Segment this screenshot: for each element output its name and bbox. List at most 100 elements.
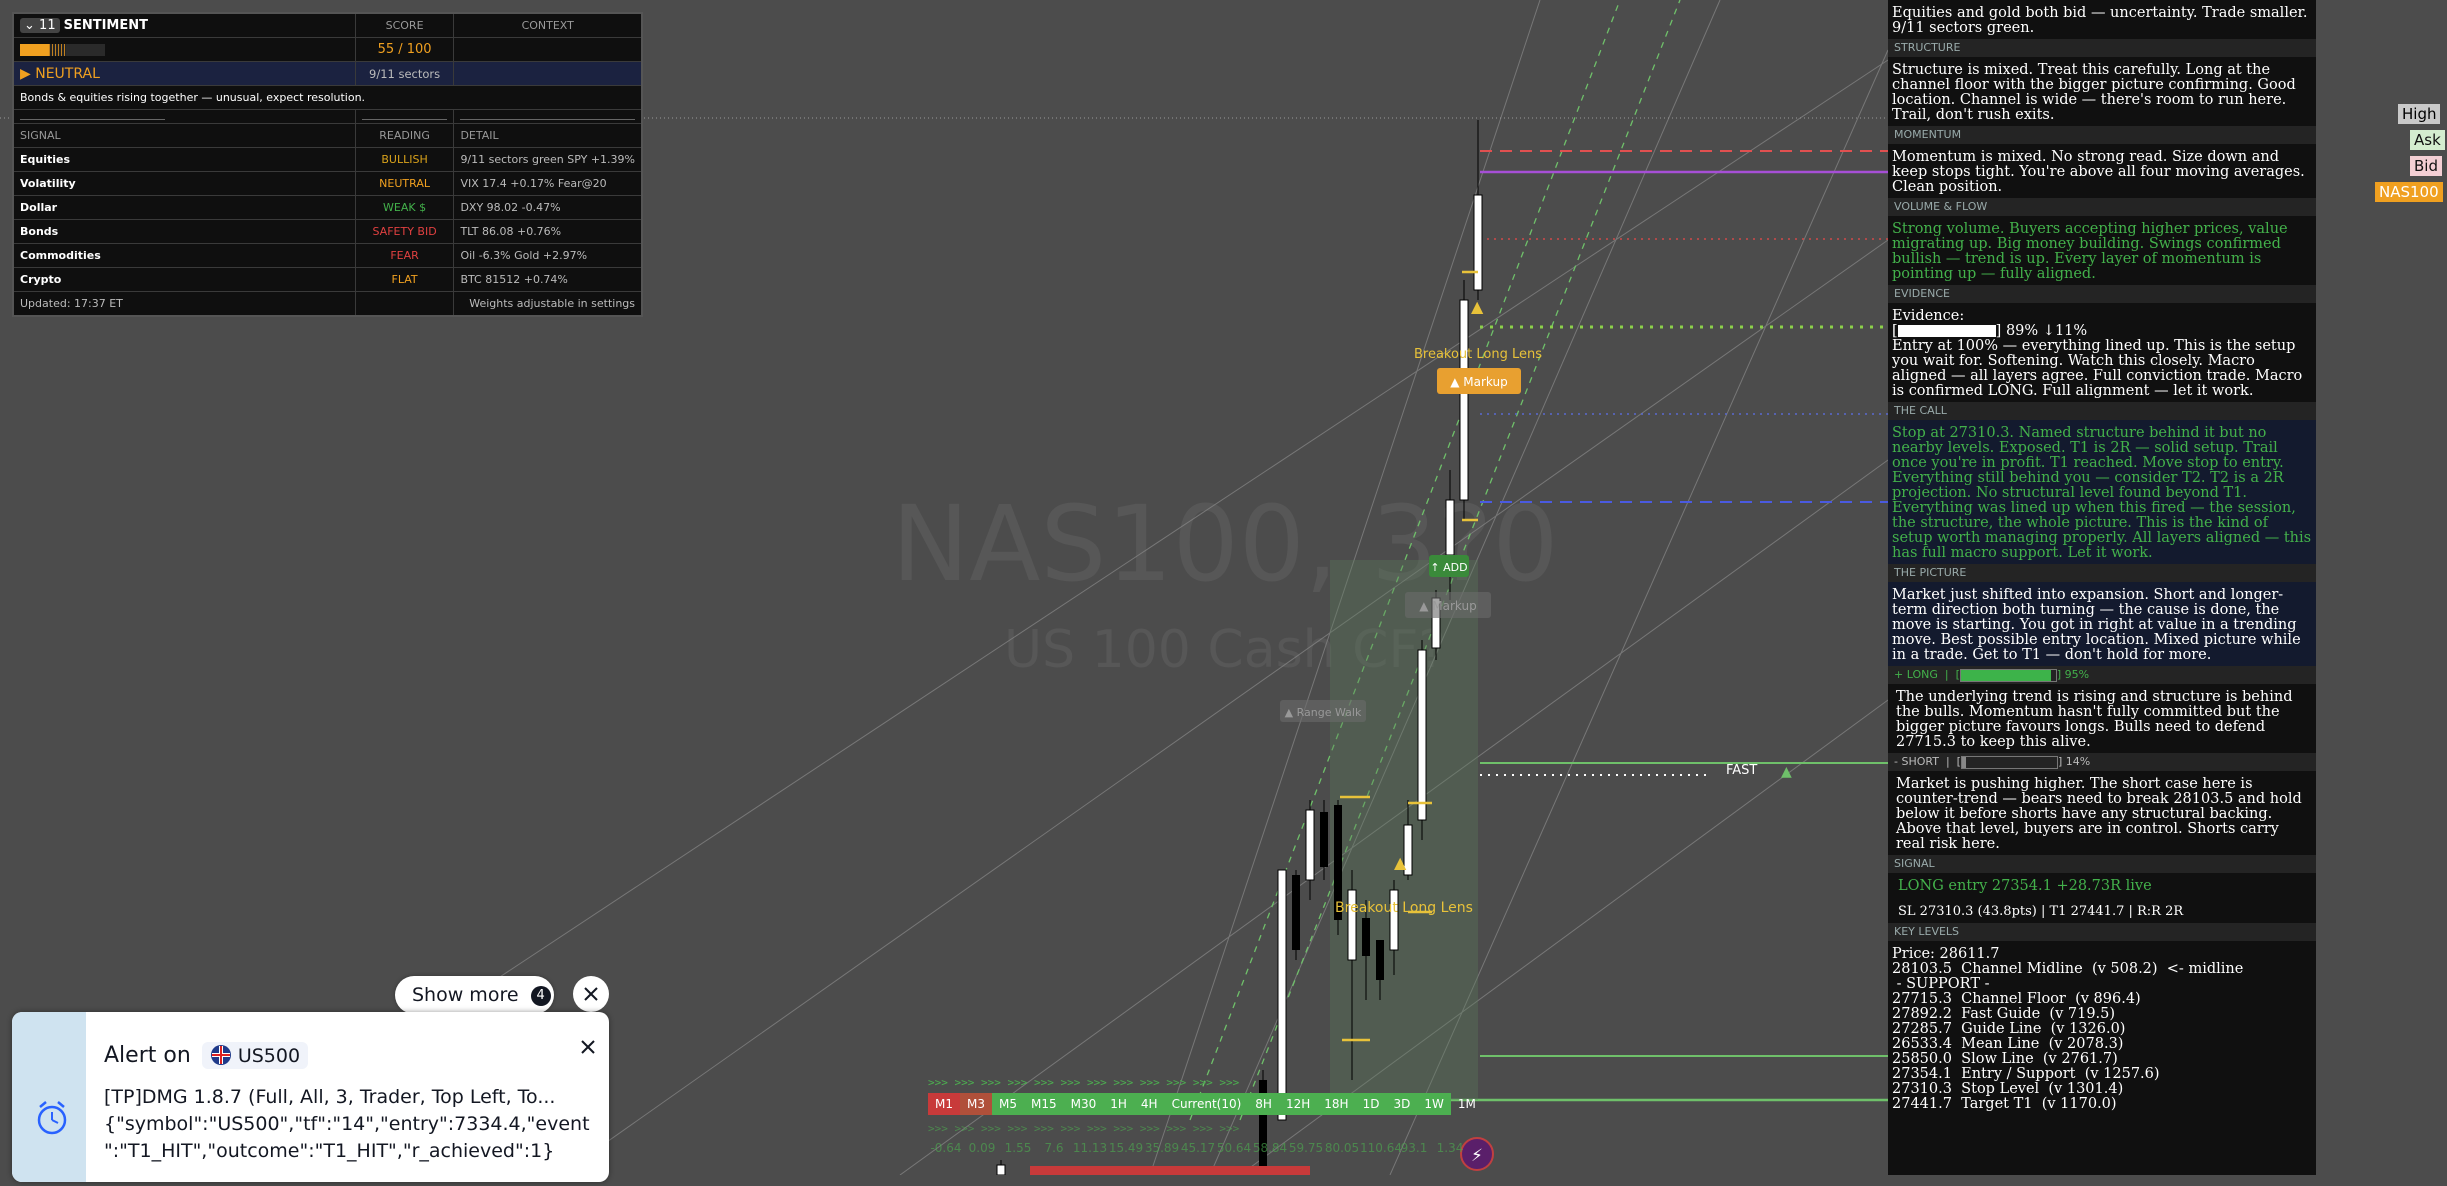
timeframe-cell[interactable]: 8H [1248, 1093, 1279, 1115]
tf-value: 80.05 [1324, 1141, 1360, 1155]
timeframe-cell[interactable]: M30 [1063, 1093, 1104, 1115]
evidence-bar [1897, 325, 1996, 337]
sentiment-title-cell: ⌄ 11 SENTIMENT [12, 12, 356, 38]
uk-flag-icon [210, 1045, 231, 1065]
row-reading: WEAK $ [354, 195, 455, 220]
breakout-label-2: Breakout Long Lens [1335, 900, 1473, 916]
badge-count: 11 [39, 18, 56, 33]
row-reading: BULLISH [354, 147, 455, 172]
tf-value: 58.84 [1252, 1141, 1288, 1155]
long-label: + LONG [1894, 668, 1938, 681]
key-level-item: 28103.5 Channel Midline (v 508.2) <- mid… [1892, 961, 2244, 977]
long-text: The underlying trend is rising and struc… [1896, 689, 2293, 750]
row-signal: Equities [12, 147, 356, 172]
close-all-button[interactable] [573, 976, 609, 1012]
alert-close-button[interactable] [577, 1036, 599, 1062]
picture-header: THE PICTURE [1888, 564, 2316, 582]
timeframe-cell[interactable]: M1 [928, 1093, 960, 1115]
row-detail: Oil -6.3% Gold +2.97% [453, 243, 643, 268]
bid-label: Bid [2410, 156, 2442, 176]
alert-title: Alert on [104, 1043, 191, 1068]
timeframe-cell[interactable]: 1M [1451, 1093, 1483, 1115]
alert-toast[interactable]: Alert on US500 [TP]DMG 1.8.7 (Full, All,… [12, 1012, 609, 1182]
row-detail: 9/11 sectors green SPY +1.39% [453, 147, 643, 172]
key-level-item: 25850.0 Slow Line (v 2761.7) [1892, 1051, 2118, 1067]
levels-header: KEY LEVELS [1888, 923, 2316, 941]
collapse-badge[interactable]: ⌄ 11 [20, 18, 60, 33]
row-reading: SAFETY BID [354, 219, 455, 244]
alert-line-2: {"symbol":"US500","tf":"14","entry":7334… [104, 1113, 590, 1135]
volume-header: VOLUME & FLOW [1888, 198, 2316, 216]
timeframe-cell[interactable]: 1D [1355, 1093, 1387, 1115]
symbol-price-label: NAS100 [2375, 182, 2443, 202]
score-bar [20, 44, 105, 56]
call-header: THE CALL [1888, 402, 2316, 420]
key-level-item: 27715.3 Channel Floor (v 896.4) [1892, 991, 2141, 1007]
key-level-item: 26533.4 Mean Line (v 2078.3) [1892, 1036, 2124, 1052]
key-level-item: 27310.3 Stop Level (v 1301.4) [1892, 1081, 2124, 1097]
timeframe-bar: M1 M3 M5 M15 M30 1H 4H Current(10) 8H 12H 18H 1D 3D 1… [928, 1093, 1483, 1115]
commentary-panel: Equities and gold both bid — uncertainty… [1888, 0, 2316, 1175]
alert-line-1: [TP]DMG 1.8.7 (Full, All, 3, Trader, Top… [104, 1086, 556, 1108]
reading-header: READING [354, 123, 455, 148]
timeframe-cell[interactable]: 3D [1386, 1093, 1418, 1115]
structure-text: Structure is mixed. Treat this carefully… [1892, 62, 2296, 123]
long-pct: 95% [2064, 668, 2090, 681]
alert-title-row: Alert on US500 [104, 1042, 309, 1069]
fast-label: FAST [1726, 763, 1757, 778]
show-more-label: Show more [412, 984, 519, 1006]
context-header: CONTEXT [453, 12, 643, 38]
short-text: Market is pushing higher. The short case… [1896, 776, 2302, 852]
breakout-label: Breakout Long Lens [1414, 347, 1542, 362]
sectors-count: 9/11 sectors [354, 61, 455, 86]
timeframe-cell[interactable]: Current(10) [1164, 1093, 1249, 1115]
timeframe-cell[interactable]: 1H [1103, 1093, 1134, 1115]
tf-values-row: -0.64 0.09 1.55 7.6 11.13 15.49 35.89 45.17 50.6… [928, 1141, 1468, 1155]
sentiment-title: SENTIMENT [63, 18, 148, 33]
markup-faded-label: ▲ Markup [1419, 599, 1477, 613]
alert-symbol: US500 [237, 1045, 301, 1067]
timeframe-cell[interactable]: 1W [1417, 1093, 1451, 1115]
tf-value: 50.64 [1216, 1141, 1252, 1155]
alert-symbol-chip[interactable]: US500 [201, 1042, 309, 1069]
sentiment-row: Bonds SAFETY BID TLT 86.08 +0.76% [12, 219, 643, 244]
timeframe-cell[interactable]: 4H [1133, 1093, 1165, 1115]
tf-value: 59.75 [1288, 1141, 1324, 1155]
trend-arrows-row-2: >>> >>> >>> >>> >>> >>> >>> >>> >>> >>> … [928, 1122, 1240, 1135]
picture-text: Market just shifted into expansion. Shor… [1888, 582, 2316, 666]
alert-strip [12, 1012, 86, 1182]
key-levels-list: Price: 28611.7 28103.5 Channel Midline (v… [1888, 941, 2316, 1115]
timeframe-cell[interactable]: M5 [992, 1093, 1024, 1115]
row-signal: Crypto [12, 267, 356, 292]
updated-time: Updated: 17:37 ET [12, 291, 356, 317]
sentiment-row: Dollar WEAK $ DXY 98.02 -0.47% [12, 195, 643, 220]
row-reading: FLAT [354, 267, 455, 292]
close-icon [584, 987, 598, 1001]
short-pct: 14% [2065, 755, 2091, 768]
call-text: Stop at 27310.3. Named structure behind … [1888, 420, 2316, 564]
key-level-item: 27892.2 Fast Guide (v 719.5) [1892, 1006, 2116, 1022]
timeframe-cell[interactable]: 12H [1278, 1093, 1318, 1115]
long-bar [1959, 668, 2057, 682]
score-value: 55 / 100 [354, 37, 455, 62]
row-signal: Dollar [12, 195, 356, 220]
row-detail: BTC 81512 +0.74% [453, 267, 643, 292]
row-signal: Volatility [12, 171, 356, 196]
tf-value: 35.89 [1144, 1141, 1180, 1155]
evidence-block: Evidence: [] 89% ↓11% Entry at 100% — ev… [1888, 303, 2316, 402]
timeframe-cell[interactable]: M3 [960, 1093, 992, 1115]
signal-line-2: SL 27310.3 (43.8pts) | T1 27441.7 | R:R … [1898, 904, 2184, 919]
sentiment-row: Commodities FEAR Oil -6.3% Gold +2.97% [12, 243, 643, 268]
show-more-button[interactable]: Show more 4 [395, 976, 554, 1014]
key-level-item: Price: 28611.7 [1892, 946, 2000, 962]
timeframe-cell[interactable]: 18H [1317, 1093, 1356, 1115]
up-arrow-icon: ▲ [1471, 297, 1484, 316]
volume-text: Strong volume. Buyers accepting higher p… [1892, 221, 2288, 282]
tf-value: 11.13 [1072, 1141, 1108, 1155]
timeframe-cell[interactable]: M15 [1024, 1093, 1064, 1115]
sentiment-note: Bonds & equities rising together — unusu… [12, 85, 643, 110]
tf-value: 7.6 [1044, 1141, 1064, 1155]
close-icon [581, 1040, 595, 1054]
detail-header: DETAIL [453, 123, 643, 148]
row-reading: NEUTRAL [354, 171, 455, 196]
